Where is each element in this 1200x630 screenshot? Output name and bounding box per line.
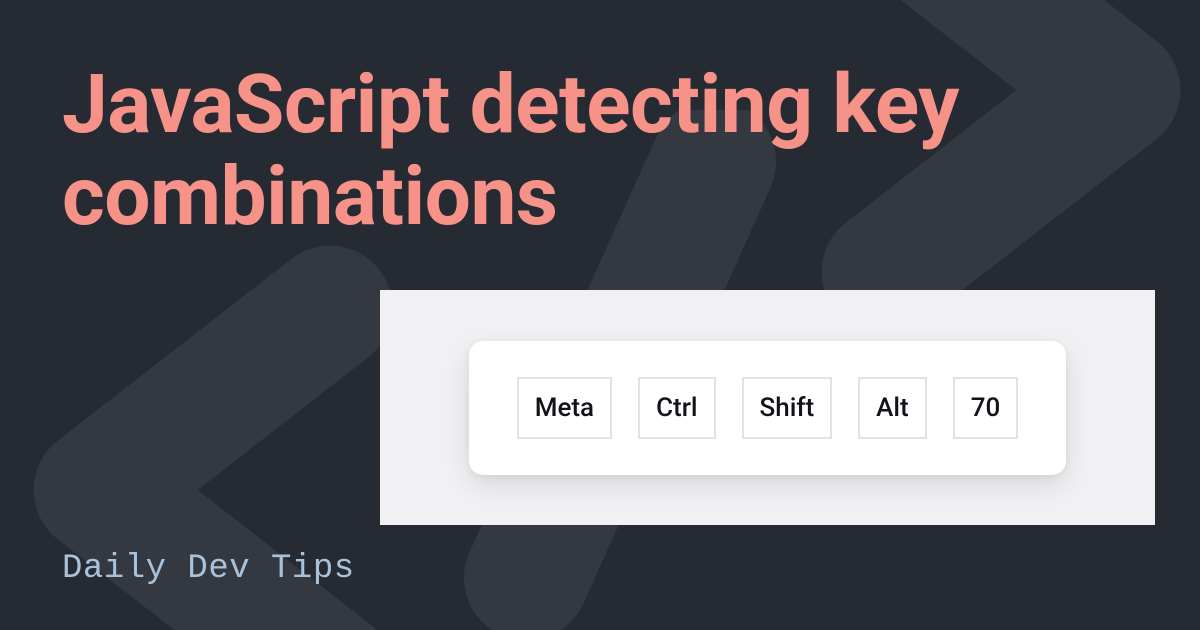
key-meta: Meta [517,377,612,439]
demo-screenshot: Meta Ctrl Shift Alt 70 [380,290,1155,525]
site-name: Daily Dev Tips [62,550,355,588]
keys-panel: Meta Ctrl Shift Alt 70 [469,341,1067,475]
key-alt: Alt [858,377,927,439]
page-title: JavaScript detecting key combinations [62,60,1200,244]
key-code: 70 [953,377,1019,439]
key-ctrl: Ctrl [638,377,715,439]
key-shift: Shift [742,377,833,439]
